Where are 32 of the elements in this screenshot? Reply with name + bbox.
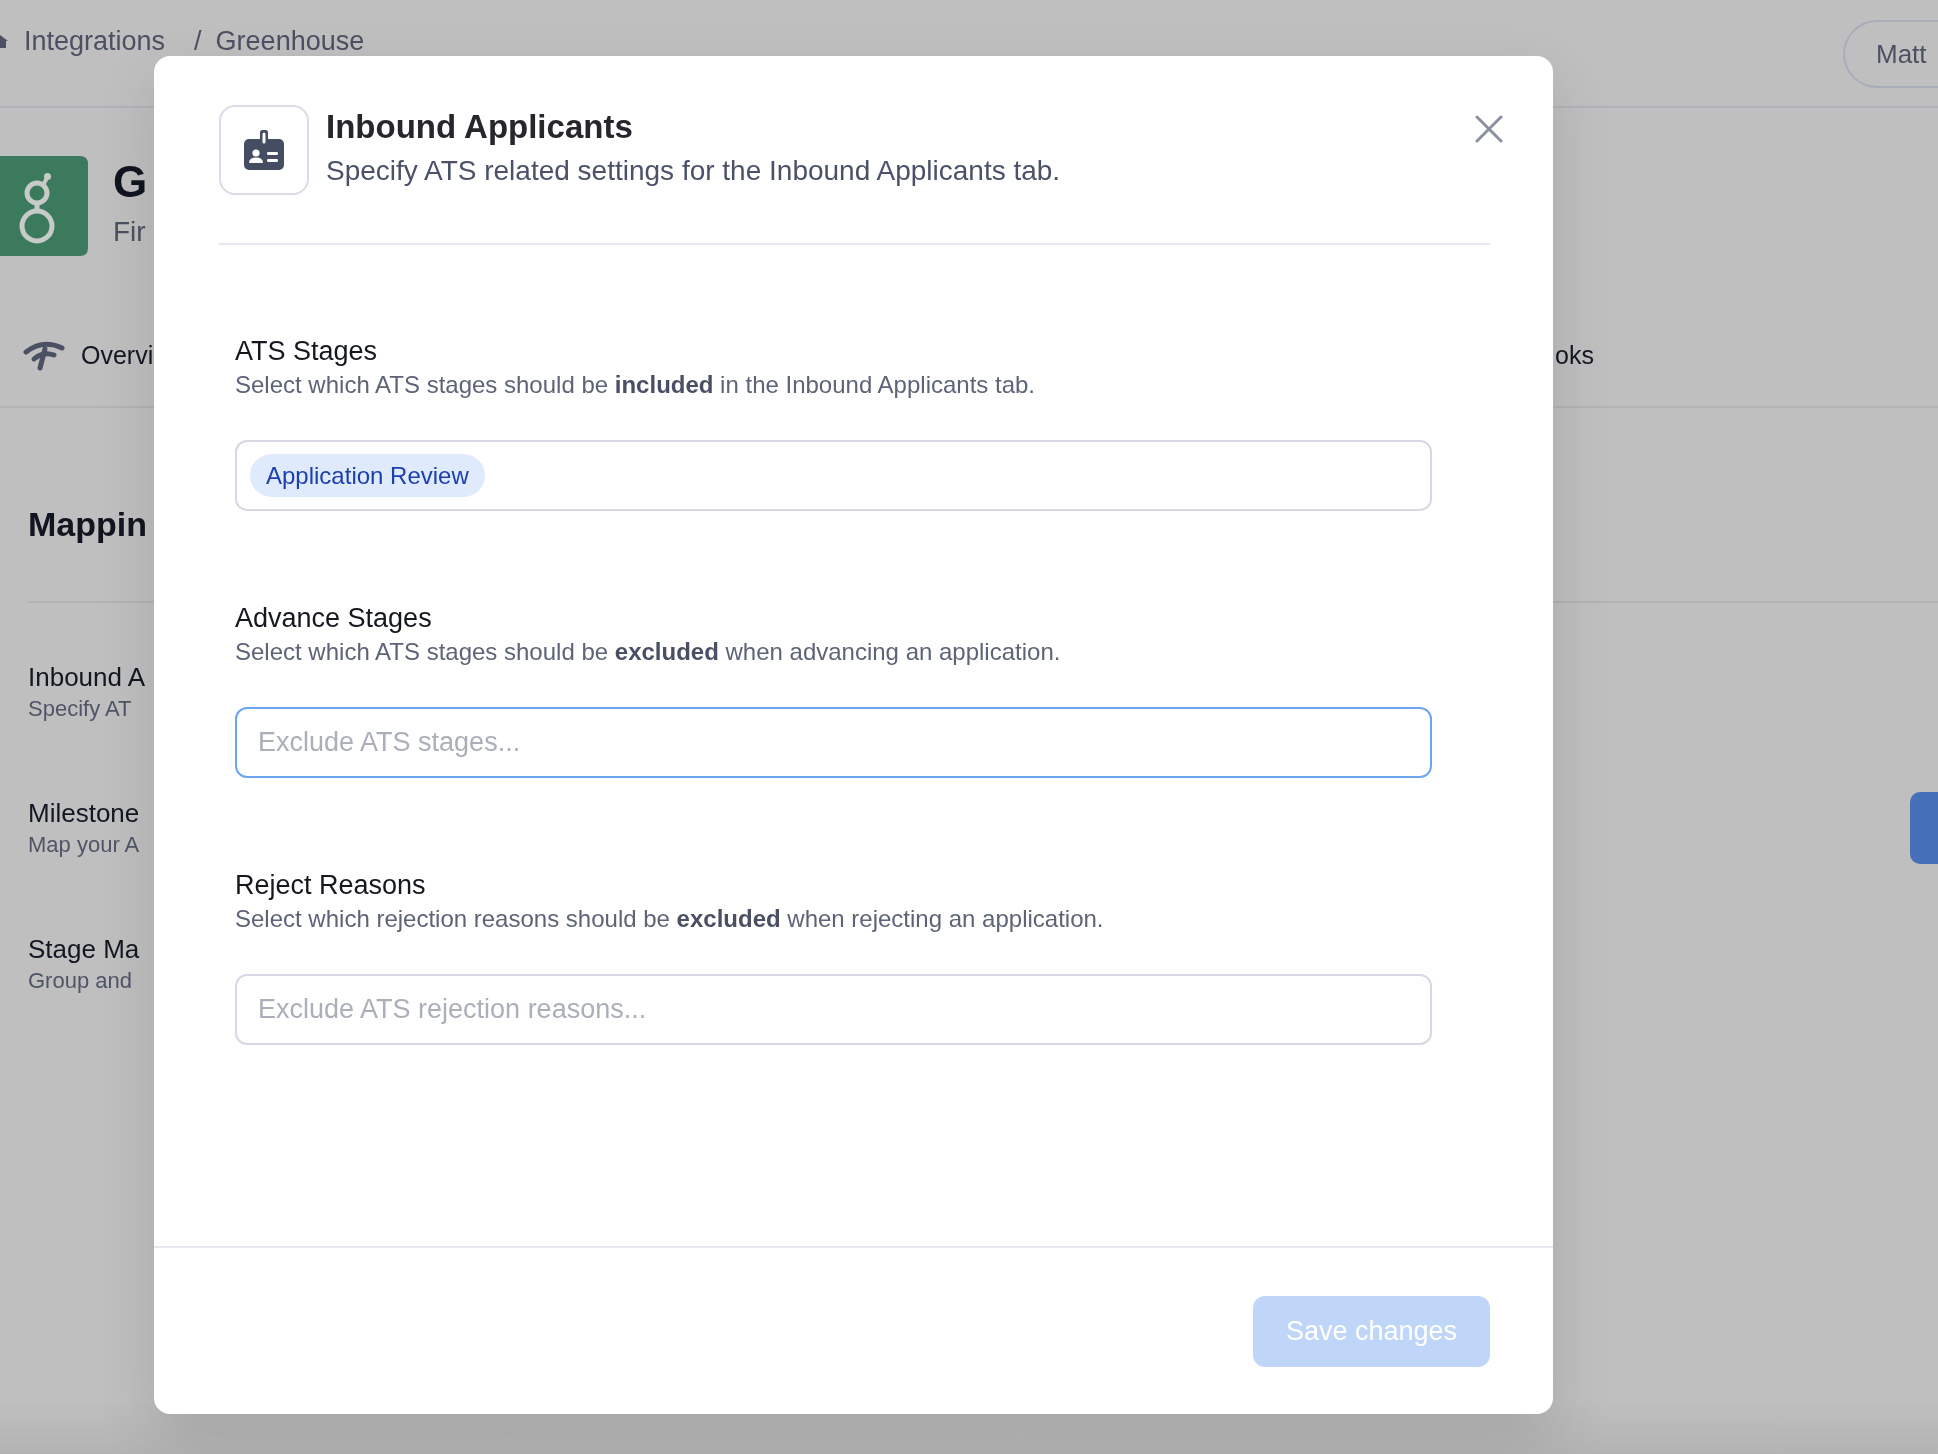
action-button[interactable] [1910, 792, 1938, 864]
setting-description: Group and [28, 968, 132, 994]
input-field[interactable]: Exclude ATS stages... [235, 707, 1432, 778]
setting-description: Map your A [28, 832, 140, 858]
setting-description: Specify AT [28, 696, 132, 722]
dialog-title: Inbound Applicants [326, 107, 633, 147]
tab[interactable]: oks [1555, 339, 1594, 371]
setting-title: Milestone [28, 798, 140, 828]
field-label: ATS Stages [235, 336, 378, 366]
input-field[interactable]: Application Review [235, 440, 1432, 511]
input-field[interactable]: Exclude ATS rejection reasons... [235, 974, 1432, 1045]
integration-name: G [113, 158, 148, 206]
field-description: Select which ATS stages should be excluded when advancing an application. [235, 638, 1061, 666]
logo-icon [0, 156, 88, 256]
dialog-subtitle: Specify ATS related settings for the Inbound Applicants tab. [326, 155, 1061, 187]
stage-tag: Application Review [250, 454, 485, 497]
setting-title: Inbound A [28, 662, 146, 692]
section-title: Mappin [28, 504, 147, 544]
id-badge-icon [219, 105, 309, 195]
user-menu[interactable]: Matt [1843, 20, 1938, 88]
close-icon[interactable] [1475, 115, 1503, 143]
breadcrumb-link[interactable]: Greenhouse [215, 27, 365, 55]
breadcrumb-link[interactable]: Integrations [24, 27, 166, 55]
setting-title: Stage Ma [28, 934, 140, 964]
field-description: Select which rejection reasons should be excluded when rejecting an application. [235, 905, 1104, 933]
signal-icon [23, 339, 65, 371]
field-description: Select which ATS stages should be included in the Inbound Applicants tab. [235, 371, 1036, 399]
breadcrumb-separator: / [194, 27, 202, 55]
field-label: Advance Stages [235, 603, 432, 633]
field-label: Reject Reasons [235, 870, 426, 900]
integration-subtitle: Fir [113, 216, 146, 248]
tab[interactable]: Overvi [81, 339, 154, 371]
